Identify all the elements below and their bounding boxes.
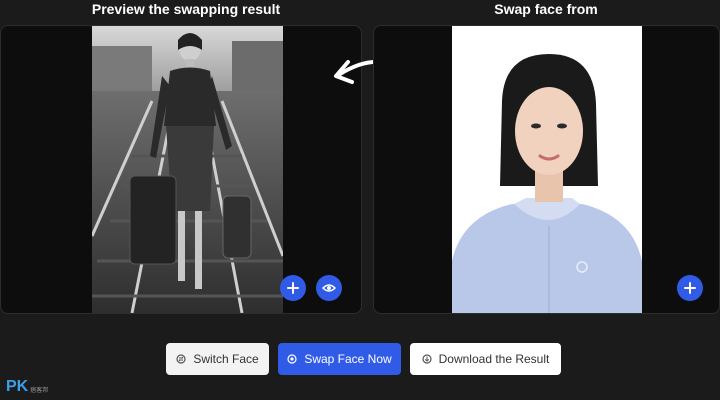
source-face-photo — [452, 26, 642, 313]
switch-face-button[interactable]: Switch Face — [166, 343, 269, 375]
add-source-button[interactable] — [677, 275, 703, 301]
result-preview-panel — [0, 25, 362, 314]
result-preview-title: Preview the swapping result — [91, 1, 281, 17]
face-swap-app: Preview the swapping result Swap face fr… — [0, 0, 720, 400]
download-icon — [422, 354, 432, 364]
preview-eye-button[interactable] — [316, 275, 342, 301]
swap-source-title: Swap face from — [494, 1, 598, 17]
watermark-logo: PK — [6, 378, 29, 395]
swap-face-now-label: Swap Face Now — [304, 352, 392, 366]
face-icon — [287, 354, 297, 364]
plus-icon — [287, 282, 299, 294]
switch-face-label: Switch Face — [193, 352, 259, 366]
watermark-text: 痞客邦 — [30, 388, 49, 394]
add-result-button[interactable] — [280, 275, 306, 301]
swap-face-now-button[interactable]: Swap Face Now — [278, 343, 401, 375]
plus-icon — [684, 282, 696, 294]
watermark: PK 痞客邦 — [6, 379, 48, 395]
swap-source-panel — [373, 25, 720, 314]
result-photo — [92, 26, 283, 313]
download-result-button[interactable]: Download the Result — [410, 343, 561, 375]
download-result-label: Download the Result — [438, 352, 550, 366]
switch-icon — [176, 354, 186, 364]
eye-icon — [322, 284, 336, 292]
